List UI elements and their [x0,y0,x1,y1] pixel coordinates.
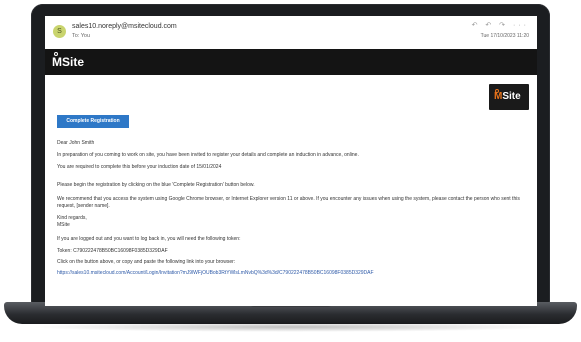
badge-name: Site [502,91,521,102]
brand-logo: MSite [52,52,85,70]
recipient-line: To: You [72,33,91,39]
sender-avatar: S [53,25,66,38]
brand-banner: MSite [45,49,537,75]
click-info-text: Click on the button above, or copy and p… [57,259,236,265]
badge-m-letter: M [494,89,503,102]
recommend-text: We recommend that you access the system … [57,196,520,209]
invitation-link[interactable]: https://sales10.msitecloud.com/Account/L… [57,270,374,276]
begin-text: Please begin the registration by clickin… [57,182,255,188]
badge-dot-icon [495,89,499,93]
laptop-shadow [30,322,551,332]
email-screen: S sales10.noreply@msitecloud.com To: You… [45,16,537,306]
logo-m-letter: M [52,52,62,70]
deadline-text: You are required to complete this before… [57,164,222,170]
intro-text: In preparation of you coming to work on … [57,152,359,158]
sender-address[interactable]: sales10.noreply@msitecloud.com [72,23,177,30]
greeting: Dear John Smith [57,140,95,146]
brand-badge-logo: MSite [489,84,529,110]
logo-name: Site [62,55,85,69]
complete-registration-button[interactable]: Complete Registration [57,115,129,128]
logged-out-text: If you are logged out and you want to lo… [57,236,241,242]
reply-actions-icon[interactable]: ↶ ↶ ↷ ··· [472,21,529,29]
token-text: Token: C790222478B50BC16098F0385D329DAF [57,248,168,254]
regards-text: Kind regards, [57,215,87,221]
email-header: S sales10.noreply@msitecloud.com To: You… [45,16,537,46]
signoff-text: MSite [57,222,70,228]
email-date: Tue 17/10/2023 11:20 [480,33,529,39]
logo-dot-icon [54,52,58,56]
